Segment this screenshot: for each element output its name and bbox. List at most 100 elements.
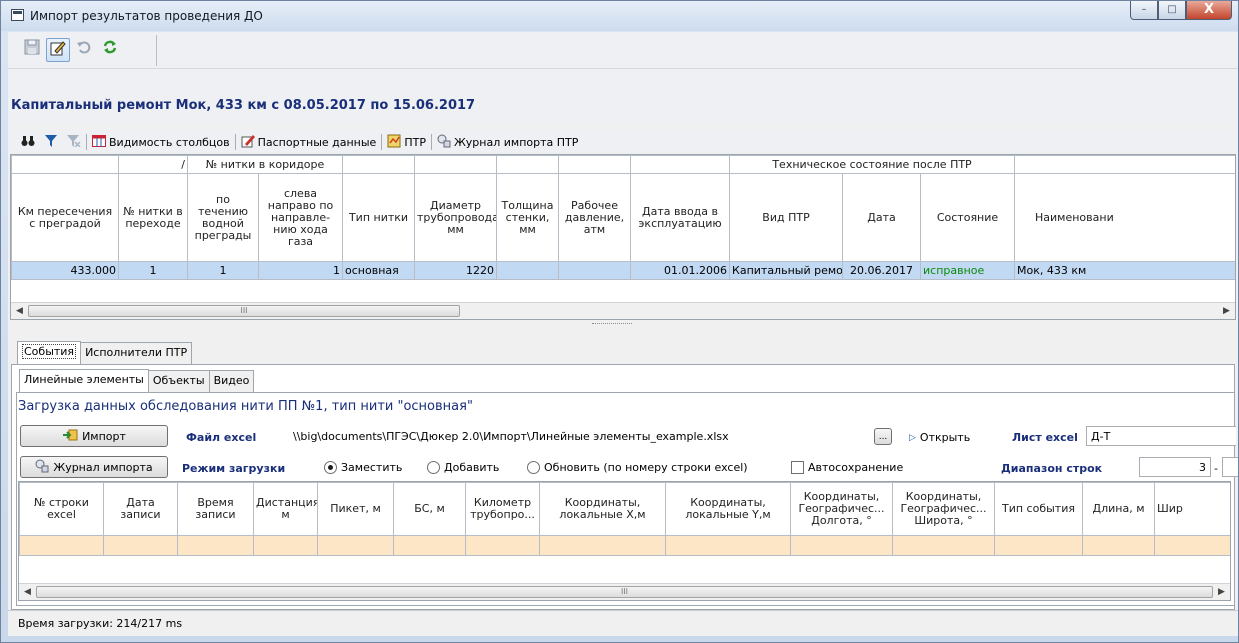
col-header-geo-lon[interactable]: Координаты, Географичес... Долгота, ° (790, 482, 893, 536)
tab-linear-elements[interactable]: Линейные элементы (19, 369, 149, 392)
col-header-distance[interactable]: Дистанция, м (253, 482, 318, 536)
col-header-wall[interactable]: Толщина стенки, мм (496, 173, 560, 262)
splitter[interactable] (592, 323, 632, 326)
col-header-ptr-kind[interactable]: Вид ПТР (729, 173, 844, 262)
mode-add-radio[interactable]: Добавить (427, 461, 499, 474)
range-dash: - (1214, 462, 1218, 475)
import-button[interactable]: Импорт (20, 425, 168, 447)
file-excel-label: Файл excel (186, 431, 257, 444)
refresh-icon[interactable] (98, 38, 122, 62)
col-header-by-flow[interactable]: по течению водной преграды (187, 173, 259, 262)
play-icon: ▷ (909, 432, 916, 443)
tab-video[interactable]: Видео (208, 370, 255, 392)
tab-events[interactable]: События (17, 341, 82, 364)
col-header-local-x[interactable]: Координаты, локальные X,м (539, 482, 666, 536)
tab-objects[interactable]: Объекты (147, 370, 210, 392)
close-button[interactable]: X (1186, 1, 1232, 20)
col-header-width[interactable]: Шир (1154, 482, 1230, 536)
state-value: исправное (920, 261, 1016, 280)
col-header-picket[interactable]: Пикет, м (317, 482, 394, 536)
import-journal-button[interactable]: Журнал импорта (20, 456, 168, 478)
clear-filter-button[interactable] (62, 134, 86, 150)
row-range-label: Диапазон строк (1001, 462, 1103, 475)
open-button[interactable]: ▷ Открыть (909, 431, 970, 444)
ptr-icon (387, 134, 401, 151)
browse-button[interactable]: ... (874, 428, 892, 445)
file-path-field[interactable]: \\big\documents\ПГЭС\Дюкер 2.0\Импорт\Ли… (288, 426, 872, 446)
autosave-checkbox[interactable]: Автосохранение (791, 461, 903, 474)
columns-icon (92, 134, 106, 150)
grid1-hscrollbar[interactable]: ◀ III ▶ (11, 302, 1235, 319)
sheet-field[interactable]: Д-Т (1086, 426, 1236, 446)
undo-icon[interactable] (72, 38, 96, 62)
col-header-date-in[interactable]: Дата ввода в эксплуатацию (630, 173, 731, 262)
maximize-button[interactable]: □ (1158, 1, 1186, 20)
col-header-pressure[interactable]: Рабочее давление, атм (558, 173, 632, 262)
group-header-corridor: № нитки в коридоре (186, 155, 344, 174)
minimize-button[interactable]: – (1130, 1, 1158, 20)
checkbox-icon (791, 461, 804, 474)
passport-data-button[interactable]: Паспортные данные (236, 134, 382, 151)
passport-icon (241, 134, 255, 151)
col-header-state[interactable]: Состояние (920, 173, 1016, 262)
col-header-geo-lat[interactable]: Координаты, Географичес... Широта, ° (892, 482, 995, 536)
window-icon (11, 9, 24, 21)
col-header-diameter[interactable]: Диаметр трубопровода, мм (414, 173, 498, 262)
radio-icon (427, 461, 440, 474)
scroll-left-icon[interactable]: ◀ (11, 303, 28, 319)
col-header-thread-no[interactable]: № нитки в переходе (118, 173, 188, 262)
group-header-slash: / (118, 155, 188, 174)
journal-icon (35, 459, 49, 476)
tab-ptr-executors[interactable]: Исполнители ПТР (80, 342, 193, 364)
window-title: Импорт результатов проведения ДО (30, 9, 263, 23)
radio-checked-icon (324, 461, 337, 474)
load-heading: Загрузка данных обследования нити ПП №1,… (18, 399, 473, 414)
save-icon[interactable] (20, 38, 44, 62)
col-header-pipeline-km[interactable]: Километр трубопро... (465, 482, 540, 536)
linear-elements-grid[interactable]: № строки excel Дата записи Время записи … (18, 481, 1231, 601)
crossings-grid[interactable]: / № нитки в коридоре Техническое состоян… (10, 154, 1236, 320)
col-header-local-y[interactable]: Координаты, локальные Y,м (665, 482, 791, 536)
main-window: Импорт результатов проведения ДО – □ X К… (0, 0, 1239, 643)
col-header-km[interactable]: Км пересечения с преградой (11, 173, 119, 262)
range-from-field[interactable]: 3 (1139, 457, 1211, 477)
journal-icon (437, 134, 451, 151)
col-header-excel-row[interactable]: № строки excel (19, 482, 104, 536)
grid2-hscrollbar[interactable]: ◀ III ▶ (19, 583, 1230, 600)
grid-toolbar: Видимость столбцов Паспортные данные ПТР… (8, 130, 1238, 154)
col-header-event-type[interactable]: Тип события (994, 482, 1083, 536)
table-row[interactable]: 433.000 1 1 1 основная 1220 01.01.2006 К… (11, 261, 1235, 280)
ptr-import-journal-button[interactable]: Журнал импорта ПТР (432, 134, 583, 151)
col-header-record-date[interactable]: Дата записи (103, 482, 178, 536)
scroll-thumb[interactable]: III (28, 305, 460, 317)
scroll-left-icon[interactable]: ◀ (19, 584, 36, 600)
col-header-record-time[interactable]: Время записи (177, 482, 254, 536)
col-header-thread-type[interactable]: Тип нитки (342, 173, 416, 262)
filter-button[interactable] (40, 134, 62, 150)
range-to-field[interactable] (1222, 457, 1238, 477)
scroll-thumb[interactable]: III (36, 586, 1213, 598)
mode-update-radio[interactable]: Обновить (по номеру строки excel) (527, 461, 748, 474)
client-area: Капитальный ремонт Мок, 433 км с 08.05.2… (8, 32, 1238, 636)
columns-visibility-button[interactable]: Видимость столбцов (87, 134, 235, 150)
outer-tabs: События Исполнители ПТР (17, 341, 193, 365)
find-button[interactable] (16, 135, 40, 150)
mode-replace-radio[interactable]: Заместить (324, 461, 402, 474)
main-toolbar (8, 32, 1238, 69)
sheet-excel-label: Лист excel (1012, 431, 1078, 444)
col-header-length[interactable]: Длина, м (1082, 482, 1155, 536)
scroll-right-icon[interactable]: ▶ (1218, 303, 1235, 319)
ptr-button[interactable]: ПТР (382, 134, 431, 151)
table-row[interactable] (19, 535, 1230, 556)
binoculars-icon (21, 135, 35, 150)
page-title: Капитальный ремонт Мок, 433 км с 08.05.2… (11, 98, 476, 113)
col-header-name[interactable]: Наименовани (1014, 173, 1235, 262)
group-header-tech-state: Техническое состояние после ПТР (729, 155, 1016, 174)
col-header-left-right[interactable]: слева направо по направле-нию хода газа (257, 173, 344, 262)
scroll-right-icon[interactable]: ▶ (1213, 584, 1230, 600)
col-header-date[interactable]: Дата (842, 173, 922, 262)
mode-label: Режим загрузки (182, 462, 286, 475)
col-header-bs[interactable]: БС, м (393, 482, 466, 536)
edit-icon[interactable] (46, 38, 70, 62)
clear-filter-icon (67, 134, 81, 150)
